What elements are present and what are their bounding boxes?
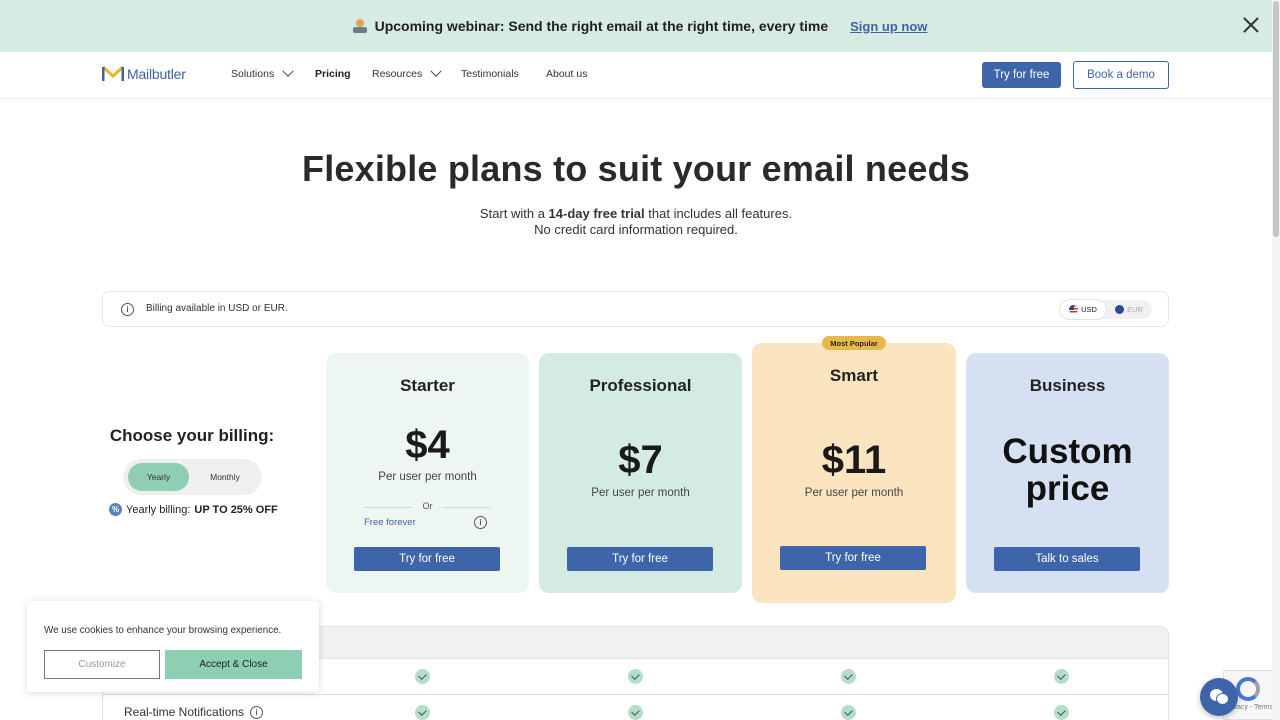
custom-price: Custom price <box>966 433 1169 507</box>
plan-name: Professional <box>589 376 692 395</box>
most-popular-badge: Most Popular <box>822 336 886 350</box>
plan-price: $4 <box>405 423 450 467</box>
professional-try-button[interactable]: Try for free <box>567 547 713 571</box>
chat-widget-button[interactable] <box>1200 678 1238 716</box>
hero-sub-post: that includes all features. <box>644 206 793 221</box>
plan-card-starter: Starter $4 Per user per month Or Free fo… <box>326 353 529 593</box>
nav-about[interactable]: About us <box>546 68 587 80</box>
check-icon <box>628 669 643 684</box>
free-forever-link[interactable]: Free forever <box>364 517 416 528</box>
plan-card-professional: Professional $7 Per user per month Try f… <box>539 353 742 593</box>
cookie-accept-button[interactable]: Accept & Close <box>165 650 302 679</box>
feature-row: Real-time Notifications i <box>102 695 1169 720</box>
info-icon[interactable]: i <box>250 705 264 719</box>
banner-text: Upcoming webinar: Send the right email a… <box>374 18 829 34</box>
check-icon <box>1054 669 1069 684</box>
billing-yearly-option[interactable]: Yearly <box>128 463 189 491</box>
logo-text: Mailbutler <box>127 66 186 82</box>
recaptcha-icon <box>1236 677 1260 701</box>
billing-period-toggle: Yearly Monthly <box>123 459 262 495</box>
nav-about-label: About us <box>546 68 588 80</box>
check-icon <box>1054 705 1069 720</box>
billing-info-bar: i Billing available in USD or EUR. USD E… <box>102 291 1169 327</box>
divider-line <box>443 507 491 508</box>
plan-name: Smart <box>829 366 879 385</box>
or-text: Or <box>422 501 433 511</box>
eu-flag-icon <box>1115 305 1125 314</box>
nav-testimonials-label: Testimonials <box>461 68 519 80</box>
discount-badge-icon <box>109 503 122 516</box>
chevron-down-icon <box>282 65 294 77</box>
check-icon <box>415 705 430 720</box>
plan-card-business: Business Custom price Talk to sales <box>966 353 1169 593</box>
nav-resources-label: Resources <box>372 68 423 80</box>
presenter-icon <box>352 19 367 33</box>
billing-info-text: Billing available in USD or EUR. <box>146 303 288 314</box>
currency-usd-label: USD <box>1081 305 1097 314</box>
custom-price-line2: price <box>1025 469 1110 508</box>
currency-eur-label: EUR <box>1127 305 1143 314</box>
feature-label: Real-time Notifications i <box>124 705 264 719</box>
billing-monthly-option[interactable]: Monthly <box>193 463 257 491</box>
check-icon <box>841 705 856 720</box>
page-title: Flexible plans to suit your email needs <box>302 148 970 189</box>
nav-testimonials[interactable]: Testimonials <box>461 68 519 80</box>
plan-price-unit: Per user per month <box>591 487 690 499</box>
nav-resources[interactable]: Resources <box>372 65 442 80</box>
chevron-down-icon <box>430 65 442 77</box>
talk-to-sales-button[interactable]: Talk to sales <box>994 547 1140 571</box>
info-icon[interactable]: i <box>474 516 487 529</box>
page-scrollbar[interactable] <box>1272 0 1280 720</box>
try-for-free-button[interactable]: Try for free <box>982 62 1061 88</box>
cookie-text: We use cookies to enhance your browsing … <box>44 625 282 636</box>
logo[interactable]: Mailbutler <box>102 65 186 83</box>
cookie-customize-button[interactable]: Customize <box>44 650 160 679</box>
nav-pricing[interactable]: Pricing <box>315 68 351 80</box>
mailbutler-logo-icon <box>102 65 124 83</box>
us-flag-icon <box>1069 305 1079 314</box>
nav-pricing-label: Pricing <box>315 68 351 80</box>
hero-sub-pre: Start with a <box>479 206 549 221</box>
close-icon[interactable] <box>1242 16 1260 34</box>
currency-eur[interactable]: EUR <box>1106 300 1152 319</box>
currency-usd[interactable]: USD <box>1060 300 1106 319</box>
info-icon: i <box>121 303 134 316</box>
plan-price-unit: Per user per month <box>378 471 477 483</box>
check-icon <box>628 705 643 720</box>
plan-card-smart: Smart $11 Per user per month Try for fre… <box>752 343 956 603</box>
scrollbar-thumb[interactable] <box>1273 1 1279 237</box>
hero-sub-bold: 14-day free trial <box>548 206 645 221</box>
check-icon <box>841 669 856 684</box>
banner-content: Upcoming webinar: Send the right email a… <box>352 18 927 34</box>
plan-price: $11 <box>821 438 887 482</box>
starter-try-button[interactable]: Try for free <box>354 547 500 571</box>
smart-try-button[interactable]: Try for free <box>780 546 926 570</box>
book-demo-button[interactable]: Book a demo <box>1073 61 1169 89</box>
plan-name: Starter <box>400 376 455 395</box>
hero-subtitle: Start with a 14-day free trial that incl… <box>0 206 1272 238</box>
cookie-consent: We use cookies to enhance your browsing … <box>27 601 319 692</box>
nav-solutions-label: Solutions <box>231 68 275 80</box>
discount-value: UP TO 25% OFF <box>194 503 278 516</box>
yearly-discount: Yearly billing: UP TO 25% OFF <box>109 503 278 516</box>
discount-label: Yearly billing: <box>126 503 191 516</box>
currency-toggle: USD EUR <box>1060 300 1152 319</box>
billing-choice-title: Choose your billing: <box>109 426 275 445</box>
check-icon <box>415 669 430 684</box>
banner-signup-link[interactable]: Sign up now <box>850 19 927 34</box>
main-navigation: Mailbutler Solutions Pricing Resources T… <box>0 52 1272 99</box>
feature-label-text: Real-time Notifications <box>124 705 245 719</box>
hero-sub-line2: No credit card information required. <box>534 222 738 237</box>
or-divider: Or <box>364 500 491 512</box>
custom-price-line1: Custom <box>1002 432 1133 471</box>
nav-solutions[interactable]: Solutions <box>231 65 294 80</box>
plan-name: Business <box>1029 376 1106 395</box>
plan-price: $7 <box>618 438 663 482</box>
announcement-banner: Upcoming webinar: Send the right email a… <box>0 0 1280 52</box>
plan-price-unit: Per user per month <box>804 487 904 499</box>
